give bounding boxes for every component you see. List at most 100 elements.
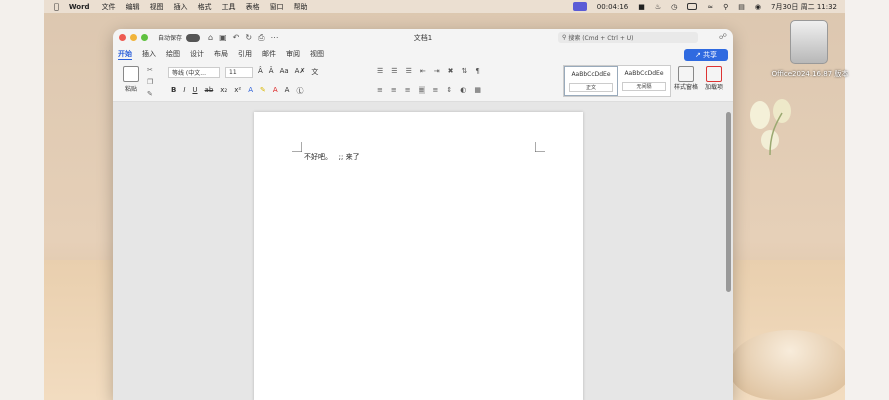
format-painter-icon[interactable]: ✎	[147, 90, 153, 98]
align-center-icon[interactable]: ≡	[391, 86, 397, 94]
style-normal[interactable]: AaBbCcDdEe 正文	[564, 66, 618, 96]
margin-mark-top-left	[292, 142, 302, 152]
control-center-icon[interactable]: ▤	[738, 3, 745, 11]
apple-icon[interactable]: 	[54, 2, 59, 11]
enclose-character-icon[interactable]: Ⓛ	[296, 86, 303, 96]
numbering-icon[interactable]: ☰	[391, 67, 397, 75]
title-bar: 自动保存 ⌂ ▣ ↶ ↻ ⎙ ⋯ 文档1 ⚲ 搜索 (Cmd + Ctrl + …	[113, 29, 733, 46]
style-no-spacing-label: 无间隔	[622, 82, 666, 91]
styles-pane-label: 样式窗格	[673, 84, 698, 91]
font-size-select[interactable]: 11	[225, 67, 253, 78]
siri-icon[interactable]: ◉	[755, 3, 761, 11]
left-margin	[0, 0, 44, 400]
cut-icon[interactable]: ✂	[147, 66, 153, 74]
paste-button[interactable]: 粘贴	[119, 66, 143, 93]
tab-layout[interactable]: 布局	[214, 49, 228, 59]
menu-window[interactable]: 窗口	[270, 2, 284, 12]
font-row-1: Â Ǎ Aa A✗ 文	[258, 67, 318, 77]
record-timer: 00:04:16	[596, 2, 629, 11]
menu-file[interactable]: 文件	[102, 2, 116, 12]
document-text[interactable]: 不​好吧。 ;; 来了	[304, 152, 360, 162]
clock-icon[interactable]: ◷	[671, 3, 677, 11]
menu-format[interactable]: 格式	[198, 2, 212, 12]
bullets-icon[interactable]: ☰	[377, 67, 383, 75]
screen-record-icon[interactable]	[572, 2, 587, 11]
line-spacing-icon[interactable]: ⇕	[446, 86, 452, 94]
text-effects-icon[interactable]: A	[248, 86, 253, 96]
distributed-icon[interactable]: ≡	[433, 86, 439, 94]
style-normal-sample: AaBbCcDdEe	[571, 71, 611, 78]
menu-tools[interactable]: 工具	[222, 2, 236, 12]
sort-icon[interactable]: ⇅	[461, 67, 467, 75]
menu-table[interactable]: 表格	[246, 2, 260, 12]
strikethrough-icon[interactable]: ab	[205, 86, 214, 96]
font-color-icon[interactable]: A	[273, 86, 278, 96]
subscript-icon[interactable]: x₂	[220, 86, 227, 96]
tab-draw[interactable]: 绘图	[166, 49, 180, 59]
wallpaper-flower	[750, 99, 791, 155]
justify-icon[interactable]: ≡	[418, 86, 425, 94]
align-left-icon[interactable]: ≡	[377, 86, 383, 94]
menu-edit[interactable]: 编辑	[126, 2, 140, 12]
grow-font-icon[interactable]: Â	[258, 67, 263, 77]
tab-view[interactable]: 视图	[310, 49, 324, 59]
ribbon: 粘贴 ✂ ❐ ✎ 等线 (中文... 11 Â Ǎ Aa A✗ 文 B I …	[113, 62, 733, 102]
styles-pane-icon	[678, 66, 694, 82]
stop-record-icon[interactable]: ■	[638, 3, 645, 11]
bold-icon[interactable]: B	[171, 86, 176, 96]
flame-icon[interactable]: ♨	[655, 3, 661, 11]
character-shading-icon[interactable]: A	[285, 86, 290, 96]
font-name-select[interactable]: 等线 (中文...	[168, 67, 220, 78]
right-margin	[845, 0, 889, 400]
drive-icon[interactable]	[790, 20, 828, 64]
tab-review[interactable]: 审阅	[286, 49, 300, 59]
multilevel-list-icon[interactable]: ☰	[406, 67, 412, 75]
show-marks-icon[interactable]: ¶	[475, 67, 479, 75]
style-no-spacing[interactable]: AaBbCcDdEe 无间隔	[618, 66, 670, 96]
menu-clock[interactable]: 7月30日 周二 11:32	[771, 2, 837, 12]
asian-layout-icon[interactable]: ✖	[448, 67, 454, 75]
change-case-icon[interactable]: Aa	[280, 67, 289, 77]
wifi-icon[interactable]: ≈	[707, 3, 713, 11]
drive-label[interactable]: Office2024.16.87 版本	[770, 70, 850, 79]
tab-home[interactable]: 开始	[118, 49, 132, 60]
copy-icon[interactable]: ❐	[147, 78, 153, 86]
addins-button[interactable]: 加载项	[701, 66, 727, 91]
menu-app-name[interactable]: Word	[69, 3, 90, 11]
menu-bar-status: 00:04:16 ■ ♨ ◷ ≈ ⚲ ▤ ◉ 7月30日 周二 11:32	[572, 0, 837, 13]
vertical-scrollbar[interactable]	[726, 112, 731, 292]
tab-references[interactable]: 引用	[238, 49, 252, 59]
clear-format-icon[interactable]: A✗	[295, 67, 306, 77]
menu-view[interactable]: 视图	[150, 2, 164, 12]
highlight-icon[interactable]: ✎	[260, 86, 266, 96]
menu-help[interactable]: 帮助	[294, 2, 308, 12]
battery-icon[interactable]	[687, 3, 698, 10]
tab-mailings[interactable]: 邮件	[262, 49, 276, 59]
search-input[interactable]: ⚲ 搜索 (Cmd + Ctrl + U)	[558, 32, 698, 43]
font-row-2: B I U ab x₂ x² A ✎ A A Ⓛ	[171, 86, 303, 96]
shading-icon[interactable]: ◐	[460, 86, 466, 94]
collaborate-icon[interactable]: ☍	[719, 32, 727, 41]
align-right-icon[interactable]: ≡	[405, 86, 411, 94]
word-window: 自动保存 ⌂ ▣ ↶ ↻ ⎙ ⋯ 文档1 ⚲ 搜索 (Cmd + Ctrl + …	[113, 29, 733, 400]
shrink-font-icon[interactable]: Ǎ	[269, 67, 274, 77]
phonetic-guide-icon[interactable]: 文	[311, 67, 318, 77]
italic-icon[interactable]: I	[183, 86, 185, 96]
paste-label: 粘贴	[124, 86, 137, 93]
spotlight-search-icon[interactable]: ⚲	[723, 3, 728, 11]
styles-pane-button[interactable]: 样式窗格	[673, 66, 699, 91]
borders-icon[interactable]: ▦	[474, 86, 481, 94]
document-page[interactable]: 不​好吧。 ;; 来了	[254, 112, 583, 400]
paragraph-row-1: ☰ ☰ ☰ ⇤ ⇥ ✖ ⇅ ¶	[377, 67, 480, 75]
underline-icon[interactable]: U	[192, 86, 197, 96]
share-button[interactable]: ↗ 共享	[684, 49, 728, 61]
tab-insert[interactable]: 插入	[142, 49, 156, 59]
decrease-indent-icon[interactable]: ⇤	[420, 67, 426, 75]
menu-insert[interactable]: 插入	[174, 2, 188, 12]
search-placeholder: 搜索 (Cmd + Ctrl + U)	[568, 35, 634, 42]
superscript-icon[interactable]: x²	[234, 86, 241, 96]
increase-indent-icon[interactable]: ⇥	[434, 67, 440, 75]
desktop:  Word 文件 编辑 视图 插入 格式 工具 表格 窗口 帮助 00:04:…	[0, 0, 889, 400]
tab-design[interactable]: 设计	[190, 49, 204, 59]
paragraph-row-2: ≡ ≡ ≡ ≡ ≡ ⇕ ◐ ▦	[377, 86, 481, 94]
